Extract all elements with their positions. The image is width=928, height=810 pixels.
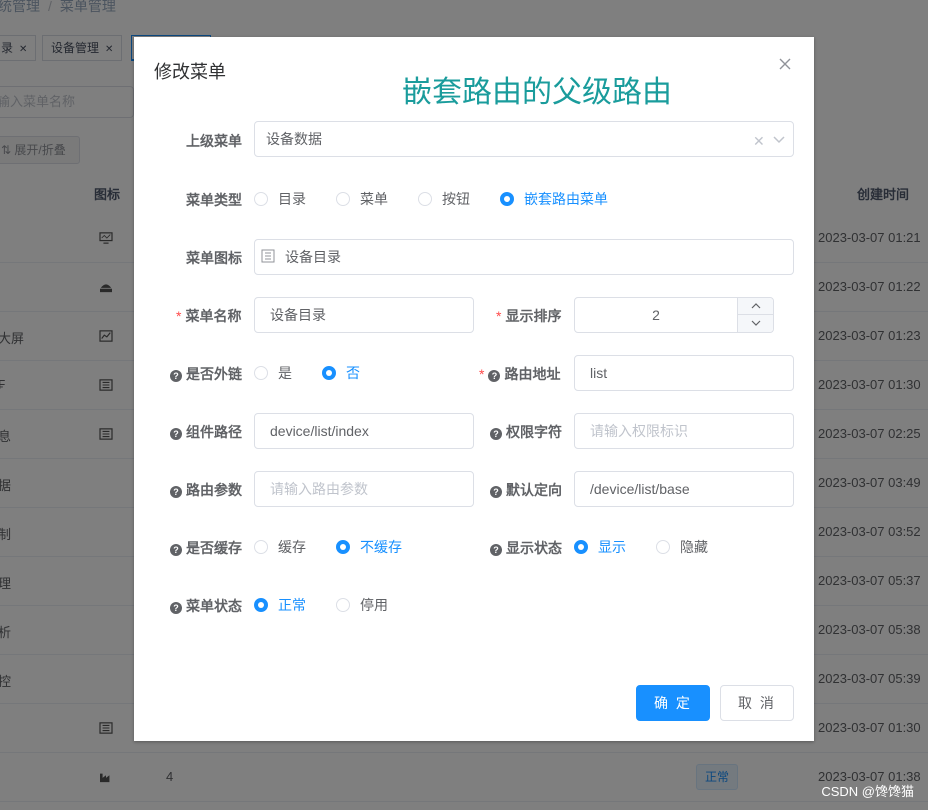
label-text: 默认定向 xyxy=(506,482,562,498)
watermark: CSDN @馋馋猫 xyxy=(821,784,914,799)
route-params-input[interactable]: 请输入路由参数 xyxy=(254,471,474,507)
radio-label: 目录 xyxy=(278,191,306,207)
radio-label: 否 xyxy=(346,365,360,381)
radio-label: 正常 xyxy=(278,597,306,613)
radio-circle[interactable] xyxy=(336,598,350,612)
cancel-button[interactable]: 取 消 xyxy=(720,685,794,721)
label-default-redirect: ? 默认定向 xyxy=(490,480,562,500)
radio-circle[interactable] xyxy=(336,192,350,206)
radio-circle[interactable] xyxy=(656,540,670,554)
confirm-button[interactable]: 确 定 xyxy=(636,685,710,721)
question-icon[interactable]: ? xyxy=(170,544,182,556)
label-is-cache: ? 是否缓存 xyxy=(170,538,242,558)
label-component-path: ? 组件路径 xyxy=(170,422,242,442)
label-text: 组件路径 xyxy=(186,424,242,440)
menu-icon-input[interactable]: 设备目录 xyxy=(254,239,794,275)
chevron-up-icon xyxy=(751,303,761,309)
radio-circle[interactable] xyxy=(254,366,268,380)
radio-label: 显示 xyxy=(598,539,626,555)
question-icon[interactable]: ? xyxy=(490,428,502,440)
radio-circle[interactable] xyxy=(336,540,350,554)
label-text: 路由地址 xyxy=(504,366,561,382)
route-params-placeholder: 请输入路由参数 xyxy=(270,481,368,497)
menu-name-input[interactable]: 设备目录 xyxy=(254,297,474,333)
radio-label: 隐藏 xyxy=(680,539,708,555)
increment-button[interactable] xyxy=(737,298,773,315)
label-menu-icon: 菜单图标 xyxy=(186,248,242,268)
label-route-params: ? 路由参数 xyxy=(170,480,242,500)
menu-icon-value: 设备目录 xyxy=(285,249,341,265)
radio-label: 不缓存 xyxy=(360,539,402,555)
label-text: 是否外链 xyxy=(186,366,242,382)
menu-name-value: 设备目录 xyxy=(270,307,326,323)
radio-circle[interactable] xyxy=(254,192,268,206)
required-mark: * xyxy=(176,308,182,324)
radio-circle[interactable] xyxy=(500,192,514,206)
parent-menu-value: 设备数据 xyxy=(266,131,322,147)
radio-circle[interactable] xyxy=(254,598,268,612)
question-icon[interactable]: ? xyxy=(170,602,182,614)
question-icon[interactable]: ? xyxy=(170,486,182,498)
radio-label: 停用 xyxy=(360,597,388,613)
label-text: 菜单名称 xyxy=(185,308,242,324)
default-redirect-input[interactable]: /device/list/base xyxy=(574,471,794,507)
radio-circle[interactable] xyxy=(322,366,336,380)
radio-label: 菜单 xyxy=(360,191,388,207)
radio-label: 嵌套路由菜单 xyxy=(524,191,608,207)
label-text: 上级菜单 xyxy=(186,133,242,149)
permission-placeholder: 请输入权限标识 xyxy=(590,423,688,439)
label-text: 菜单类型 xyxy=(186,192,242,208)
radio-label: 缓存 xyxy=(278,539,306,555)
dialog-title: 修改菜单 xyxy=(154,62,226,82)
route-path-input[interactable]: list xyxy=(574,355,794,391)
question-icon[interactable]: ? xyxy=(170,370,182,382)
default-redirect-value: /device/list/base xyxy=(590,481,690,497)
chevron-down-icon[interactable] xyxy=(773,136,785,144)
label-visible: ? 显示状态 xyxy=(490,538,562,558)
question-icon[interactable]: ? xyxy=(490,544,502,556)
label-menu-status: ? 菜单状态 xyxy=(170,596,242,616)
label-text: 显示排序 xyxy=(505,308,562,324)
label-text: 菜单状态 xyxy=(186,598,242,614)
route-path-value: list xyxy=(590,365,608,381)
parent-menu-select[interactable]: 设备数据 xyxy=(254,121,794,157)
component-path-value: device/list/index xyxy=(270,423,369,439)
annotation-text: 嵌套路由的父级路由 xyxy=(402,76,672,109)
required-mark: * xyxy=(496,308,502,324)
chevron-down-icon xyxy=(751,320,761,326)
radio-label: 按钮 xyxy=(442,191,470,207)
label-is-external: ? 是否外链 xyxy=(170,364,242,384)
label-text: 权限字符 xyxy=(506,424,562,440)
label-sort-order: * 显示排序 xyxy=(496,306,561,326)
question-icon[interactable]: ? xyxy=(488,370,501,382)
label-menu-type: 菜单类型 xyxy=(186,190,242,210)
list-icon xyxy=(261,249,275,263)
radio-circle[interactable] xyxy=(574,540,588,554)
label-text: 菜单图标 xyxy=(186,250,242,266)
label-text: 路由参数 xyxy=(186,482,242,498)
component-path-input[interactable]: device/list/index xyxy=(254,413,474,449)
required-mark: * xyxy=(479,366,485,382)
clear-icon[interactable]: ✕ xyxy=(753,133,765,150)
sort-order-value: 2 xyxy=(652,307,660,323)
question-icon[interactable]: ? xyxy=(490,486,502,498)
label-menu-name: * 菜单名称 xyxy=(176,306,241,326)
radio-circle[interactable] xyxy=(254,540,268,554)
label-permission: ? 权限字符 xyxy=(490,422,562,442)
close-icon[interactable] xyxy=(777,56,793,72)
decrement-button[interactable] xyxy=(737,315,773,332)
radio-circle[interactable] xyxy=(418,192,432,206)
radio-label: 是 xyxy=(278,365,292,381)
label-parent-menu: 上级菜单 xyxy=(186,131,242,151)
label-text: 显示状态 xyxy=(506,540,562,556)
question-icon[interactable]: ? xyxy=(170,428,182,440)
permission-input[interactable]: 请输入权限标识 xyxy=(574,413,794,449)
label-text: 是否缓存 xyxy=(186,540,242,556)
label-route-path: *? 路由地址 xyxy=(479,364,560,384)
